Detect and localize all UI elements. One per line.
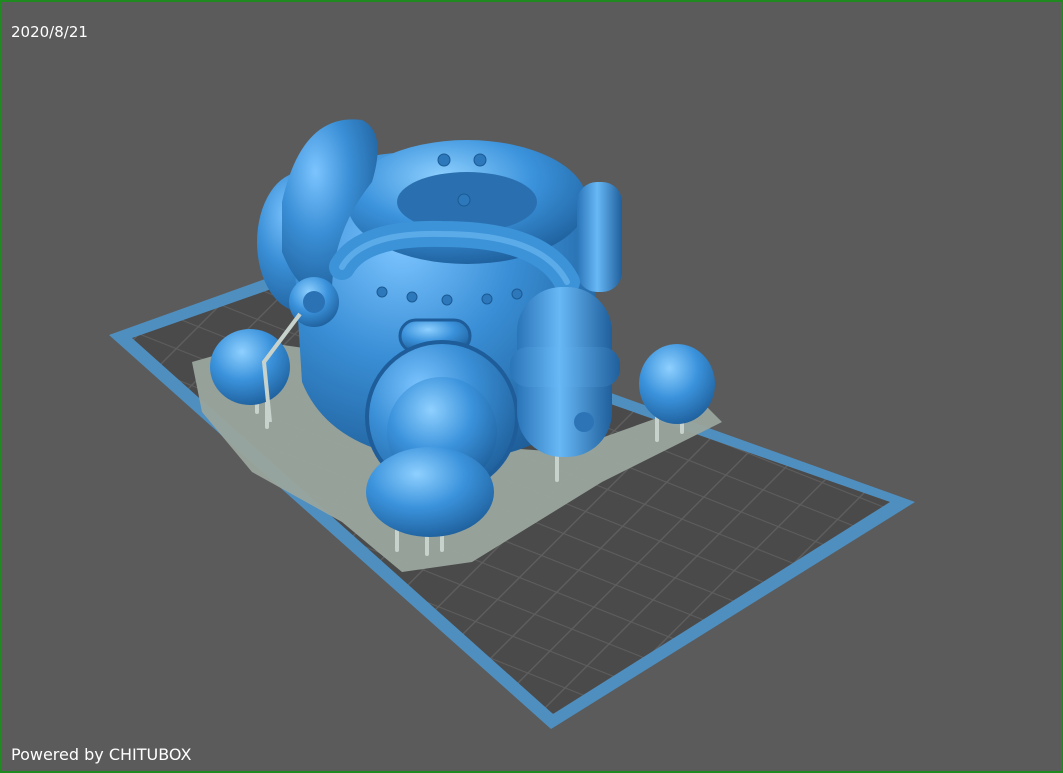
scene-canvas[interactable] (2, 2, 1063, 773)
3d-viewport[interactable]: 2020/8/21 Powered by CHITUBOX (0, 0, 1063, 773)
powered-by-label: Powered by CHITUBOX (11, 745, 192, 764)
front-foot-dome (366, 447, 494, 537)
date-label: 2020/8/21 (11, 23, 88, 41)
